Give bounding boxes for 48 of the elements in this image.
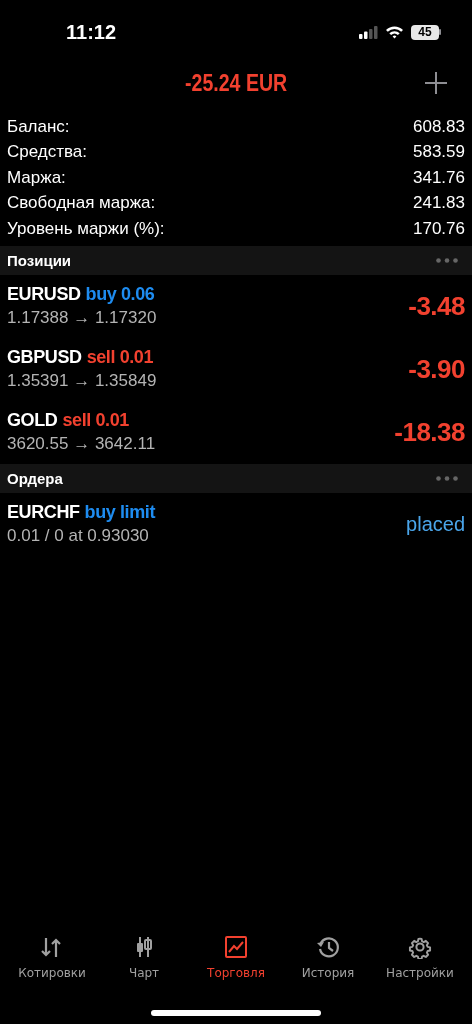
signal-icon	[359, 25, 378, 39]
symbol-name: EURCHF	[7, 502, 80, 523]
symbol-name: GBPUSD	[7, 347, 82, 368]
history-icon	[316, 935, 340, 959]
trade-side: buy 0.06	[85, 284, 155, 305]
battery-icon: 45	[411, 24, 442, 40]
summary-label: Баланс:	[7, 116, 70, 137]
price-range: 3620.55 → 3642.11	[7, 434, 156, 454]
tab-item[interactable]: Настройки	[375, 935, 465, 980]
order-details: 0.01 / 0 at 0.93030	[7, 526, 150, 546]
floating-profit: -25.24 EUR	[184, 69, 288, 97]
section-title: Позиции	[7, 251, 72, 269]
wifi-icon	[385, 25, 404, 39]
summary-value: 608.83	[413, 116, 465, 137]
summary-value: 170.76	[413, 218, 465, 239]
tab-item[interactable]: Торговля	[191, 935, 281, 980]
symbol-name: EURUSD	[7, 284, 81, 305]
more-icon[interactable]	[436, 257, 458, 263]
line-chart-icon	[224, 935, 248, 959]
tab-item[interactable]: История	[283, 935, 373, 980]
summary-label: Средства:	[7, 142, 88, 163]
symbol-name: GOLD	[7, 410, 58, 431]
trade-side: buy limit	[84, 502, 155, 523]
position-row[interactable]: GOLD sell 0.01 3620.55 → 3642.11 -18.38	[0, 400, 472, 464]
summary-value: 341.76	[413, 167, 465, 188]
trade-side: sell 0.01	[62, 410, 129, 431]
price-range: 1.17388 → 1.17320	[7, 308, 157, 328]
position-row[interactable]: EURUSD buy 0.06 1.17388 → 1.17320 -3.48	[0, 274, 472, 338]
summary-label: Свободная маржа:	[7, 193, 156, 214]
summary-value: 583.59	[413, 142, 465, 163]
position-profit: -3.48	[408, 290, 465, 322]
settings-icon	[408, 935, 432, 959]
position-row[interactable]: GBPUSD sell 0.01 1.35391 → 1.35849 -3.90	[0, 337, 472, 401]
order-row[interactable]: EURCHF buy limit 0.01 / 0 at 0.93030 placed	[0, 492, 472, 556]
summary-label: Маржа:	[7, 167, 66, 188]
section-title: Ордера	[7, 469, 63, 487]
summary-value: 241.83	[413, 193, 465, 214]
status-time: 11:12	[66, 20, 118, 44]
position-profit: -18.38	[394, 416, 465, 448]
trade-side: sell 0.01	[86, 347, 154, 368]
order-status: placed	[406, 512, 465, 536]
price-range: 1.35391 → 1.35849	[7, 371, 157, 391]
position-profit: -3.90	[408, 353, 465, 385]
more-icon[interactable]	[436, 475, 458, 481]
plus-icon	[424, 71, 448, 95]
tab-item[interactable]: Котировки	[7, 935, 97, 980]
summary-label: Уровень маржи (%):	[7, 218, 165, 239]
tab-item[interactable]: Чарт	[99, 935, 189, 980]
